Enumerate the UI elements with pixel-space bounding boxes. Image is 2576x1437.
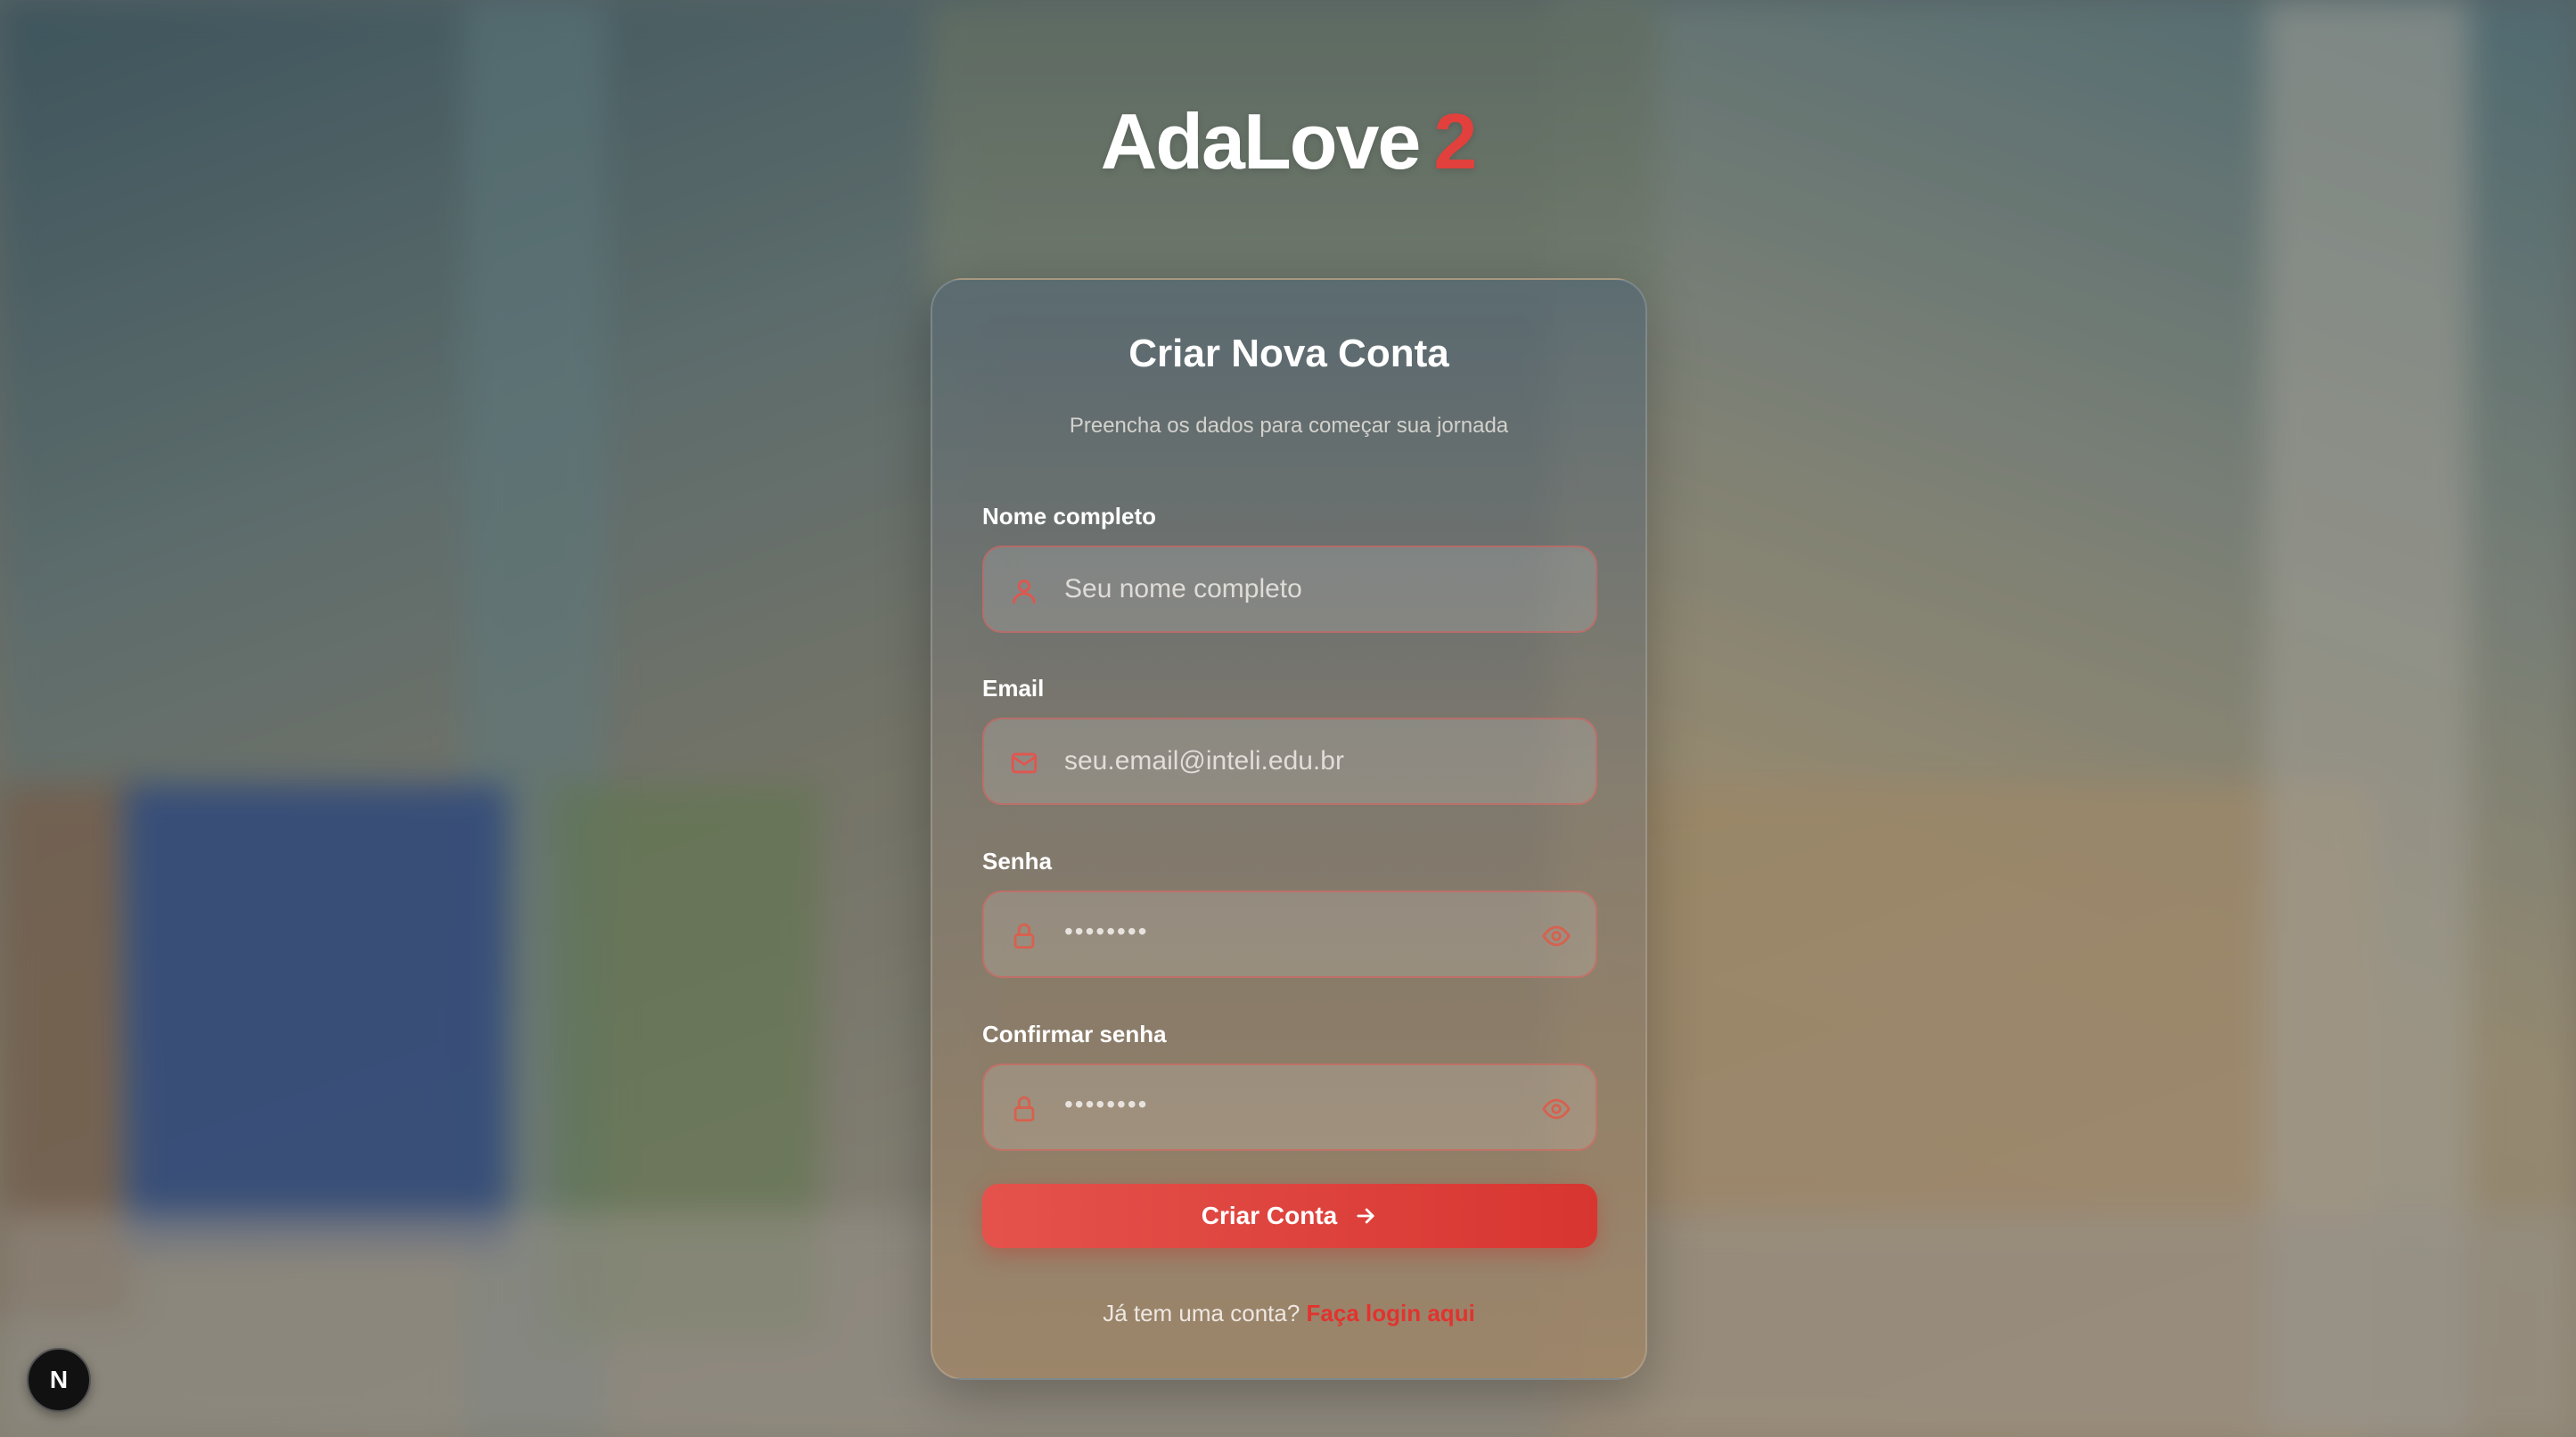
- create-account-label: Criar Conta: [1201, 1202, 1338, 1229]
- brand-name: AdaLove: [1100, 97, 1422, 185]
- mail-icon: [1011, 752, 1038, 774]
- arrow-right-icon: [1357, 1208, 1374, 1224]
- login-prompt-text: Já tem uma conta?: [1103, 1300, 1300, 1326]
- lock-icon: [1013, 1096, 1035, 1122]
- confirm-password-label: Confirmar senha: [982, 1021, 1167, 1047]
- nextjs-dev-badge[interactable]: N: [27, 1348, 91, 1412]
- confirm-password-value: ••••••••: [1064, 1090, 1149, 1118]
- password-label: Senha: [982, 848, 1053, 875]
- lock-icon: [1013, 923, 1035, 949]
- brand-version: 2: [1433, 97, 1477, 185]
- login-link[interactable]: Faça login aqui: [1307, 1300, 1475, 1326]
- confirm-password-field[interactable]: ••••••••: [982, 1063, 1597, 1151]
- card-subtitle: Preencha os dados para começar sua jorna…: [1069, 414, 1509, 438]
- user-icon: [1013, 579, 1036, 604]
- eye-icon[interactable]: [1540, 1094, 1572, 1124]
- card-title: Criar Nova Conta: [1128, 332, 1449, 375]
- eye-icon[interactable]: [1540, 921, 1572, 951]
- password-value: ••••••••: [1064, 917, 1149, 945]
- email-field[interactable]: seu.email@inteli.edu.br: [982, 718, 1597, 805]
- dev-badge-letter: N: [49, 1366, 69, 1393]
- name-field[interactable]: Seu nome completo: [982, 546, 1597, 633]
- password-field[interactable]: ••••••••: [982, 891, 1597, 978]
- name-label: Nome completo: [982, 503, 1157, 530]
- name-placeholder: Seu nome completo: [1064, 574, 1302, 604]
- email-placeholder: seu.email@inteli.edu.br: [1064, 746, 1344, 776]
- email-label: Email: [982, 675, 1045, 702]
- login-prompt: Já tem uma conta? Faça login aqui: [932, 1300, 1645, 1327]
- create-account-button[interactable]: Criar Conta: [982, 1184, 1597, 1248]
- brand-logo: AdaLove 2: [0, 96, 2576, 187]
- signup-card: Criar Nova Conta Preencha os dados para …: [931, 278, 1647, 1380]
